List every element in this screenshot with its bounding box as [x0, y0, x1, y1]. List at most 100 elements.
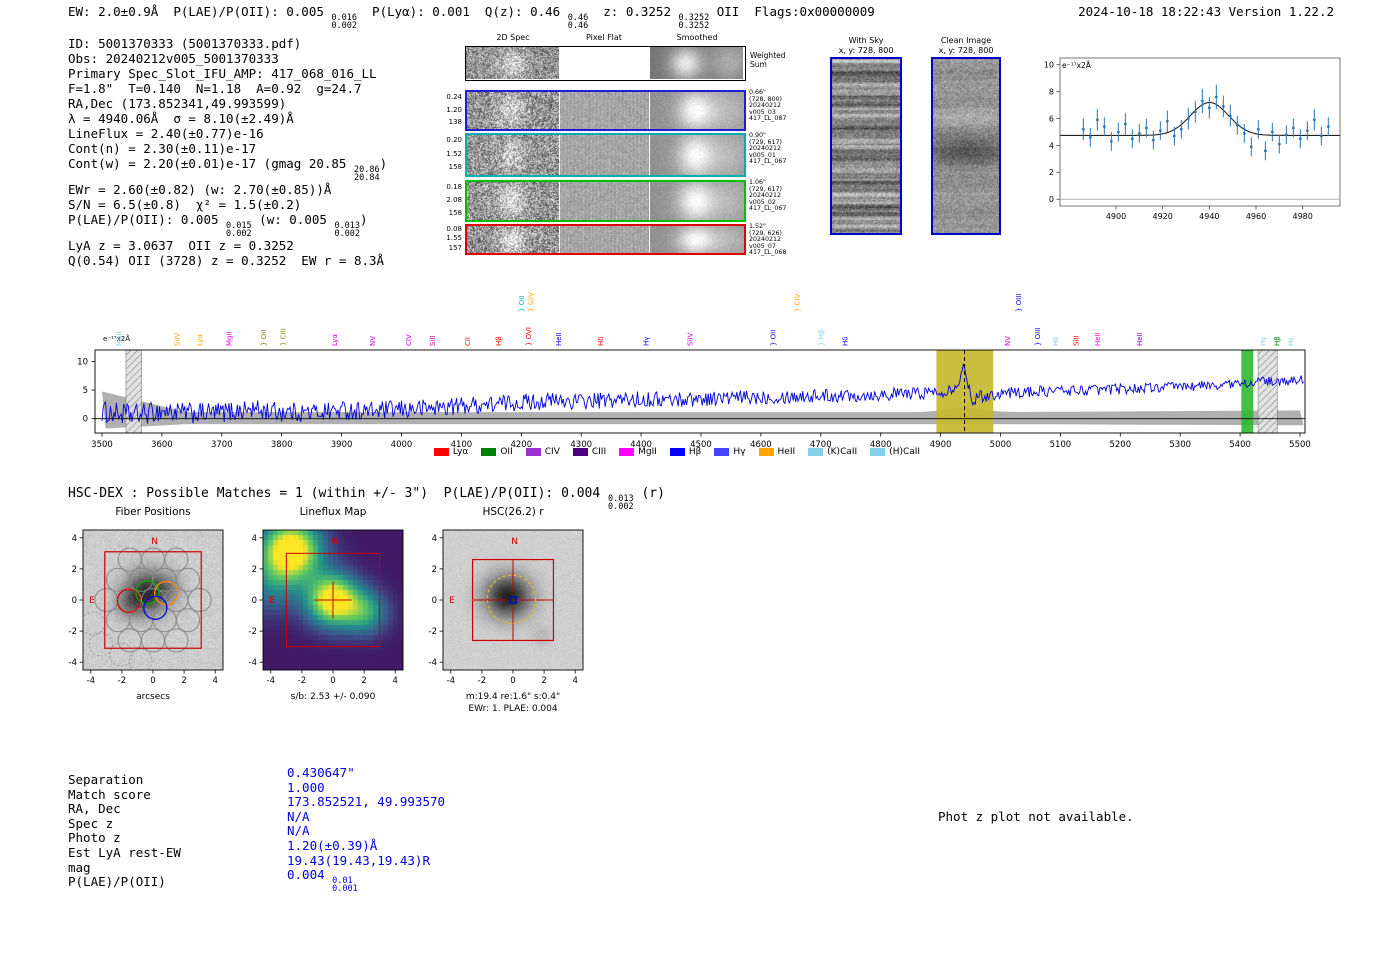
fraction-bottom: 0.3252 — [678, 21, 710, 31]
data-point — [1095, 118, 1099, 122]
tick-label: 2 — [361, 676, 366, 686]
data-point — [1214, 95, 1218, 99]
stacked-fraction: 0.01 0.001 — [332, 877, 358, 894]
tick-label: 4900 — [1106, 212, 1126, 221]
info-line: Q(0.54) OII (3728) z = 0.3252 EW r = 8.3… — [68, 253, 387, 268]
match-row-value: 0.004 0.01 0.001 — [287, 867, 445, 894]
tick-label: 4 — [393, 676, 398, 686]
tick-label: -4 — [249, 658, 257, 668]
fiber-circle — [187, 587, 212, 613]
spec2d-row-axis-values: 0.24 1.20 138 — [438, 91, 462, 129]
tick-label: 3700 — [211, 440, 233, 450]
tick-label: E — [269, 596, 275, 606]
tick-label: -2 — [298, 676, 306, 686]
with-sky-title: With Sky — [848, 36, 884, 45]
selected-fiber-circle — [143, 595, 168, 620]
tick-label: e⁻¹⁷x2Å — [1062, 61, 1092, 70]
axis-value: 138 — [448, 118, 462, 127]
tick-label: 5400 — [1229, 440, 1251, 450]
match-row-label: Match score — [68, 786, 151, 802]
clean-image-coords: x, y: 728, 800 — [938, 45, 994, 55]
hsc-cutout-title: HSC(26.2) r — [482, 506, 544, 518]
emission-line-label: MgII — [225, 331, 233, 346]
match-table-values: 0.430647" 1.000 173.852521, 49.993570 N/A N/… — [287, 765, 445, 894]
spec2d-col-title-pixelflat: Pixel Flat — [586, 33, 622, 42]
emission-line-label: Hγ — [1259, 337, 1267, 346]
tick-label: 5200 — [1109, 440, 1131, 450]
emission-line-label: } CIV — [793, 293, 801, 312]
masked-region — [1257, 349, 1278, 434]
axis-value: 0.20 — [446, 136, 462, 144]
selected-fiber-circle — [116, 588, 142, 613]
spec2d-fiber-row — [465, 180, 746, 222]
spec2d-fiber-row — [465, 90, 746, 131]
emission-line-label: Hε — [1287, 337, 1295, 346]
text-run: P(LAE)/P(OII): 0.005 — [68, 212, 227, 227]
ifu-extent-box — [104, 551, 202, 649]
stacked-fraction: 0.013 0.002 — [608, 495, 634, 512]
axis-value: 1.20 — [446, 105, 462, 114]
data-point — [1088, 135, 1092, 139]
tick-label: 4600 — [750, 440, 772, 450]
stacked-fraction: 0.016 0.002 — [331, 14, 357, 31]
spec2d-row-2d-image — [467, 182, 559, 220]
clean-image — [933, 59, 999, 233]
match-row-value: 173.852521, 49.993570 — [287, 794, 445, 810]
with-sky-coords: x, y: 728, 800 — [838, 45, 894, 55]
data-point — [1284, 133, 1288, 137]
emission-line-label: } OII — [260, 330, 268, 346]
info-value: 417_LL_067 — [749, 205, 787, 213]
fiber-circle — [152, 608, 177, 633]
emission-line-label: Hβ — [495, 336, 503, 346]
tick-label: 4900 — [930, 440, 952, 450]
tick-label: -2 — [429, 627, 437, 637]
line-fit-plot: 4900 4920 4940 4960 4980 0 2 4 6 8 10 e⁻¹⁷x2Å — [1044, 57, 1341, 221]
match-row-value: N/A — [287, 809, 445, 825]
emission-line-label: SiIV — [687, 333, 695, 346]
fiber-circle — [175, 567, 201, 592]
emission-line-label: } OIII — [1034, 328, 1042, 346]
info-line: Primary Spec_Slot_IFU_AMP: 417_068_016_L… — [68, 66, 387, 81]
stacked-fraction: 0.3252 0.3252 — [678, 14, 710, 31]
text-run: F=1.8" T=0.140 N=1.18 A=0.92 g=24.7 — [68, 81, 362, 96]
tick-label: 2 — [1049, 168, 1054, 177]
tick-label: 0 — [83, 415, 88, 425]
emission-line-label: Hδ — [597, 336, 605, 346]
info-value: 417_LL_067 — [749, 158, 787, 166]
spec2d-row-pixelflat-image — [560, 182, 649, 220]
spec2d-row-axis-values: 0.18 2.08 158 — [438, 181, 462, 220]
data-point — [1235, 123, 1239, 127]
match-row-value: 1.20(±0.39)Å — [287, 838, 445, 854]
data-point — [1179, 127, 1183, 131]
tick-label: 3900 — [331, 440, 353, 450]
axis-value: 157 — [448, 243, 462, 252]
axis-value: 1.52 — [446, 149, 462, 158]
info-line: Obs: 20240212v005_5001370333 — [68, 51, 387, 66]
tick-label: 2 — [181, 676, 186, 686]
emission-line-label: Hγ — [642, 337, 650, 346]
data-point — [1200, 99, 1204, 103]
text-run: RA,Dec (173.852341,49.993599) — [68, 96, 287, 111]
tick-label: 4 — [72, 534, 77, 544]
axis-value: 0.18 — [446, 183, 462, 191]
text-run: 19.43(19.43,19.43)R — [287, 852, 430, 868]
tick-label: 4 — [432, 534, 437, 544]
axis-value: 2.08 — [446, 196, 462, 204]
info-line: LineFlux = 2.40(±0.77)e-16 — [68, 126, 387, 141]
oii-marker-band — [1241, 350, 1254, 433]
data-point — [1270, 130, 1274, 134]
tick-label: 4 — [573, 676, 578, 686]
data-point — [1186, 117, 1190, 120]
data-point — [1319, 134, 1323, 138]
match-table-labels: Separation Match score RA, Dec Spec z Photo … — [68, 772, 181, 890]
data-point — [1312, 118, 1316, 122]
text-run: P(Lyα): 0.001 Q(z): 0.46 — [357, 4, 568, 19]
match-row-label: Spec z — [68, 815, 114, 831]
tick-label: 4700 — [810, 440, 832, 450]
tick-label: 5 — [83, 386, 88, 396]
info-line: RA,Dec (173.852341,49.993599) — [68, 96, 387, 111]
fiber-circle-outside — [83, 611, 106, 636]
spec2d-row-smoothed-image — [650, 135, 744, 175]
tick-label: -4 — [87, 676, 95, 686]
match-row-value: 0.430647" — [287, 765, 445, 781]
